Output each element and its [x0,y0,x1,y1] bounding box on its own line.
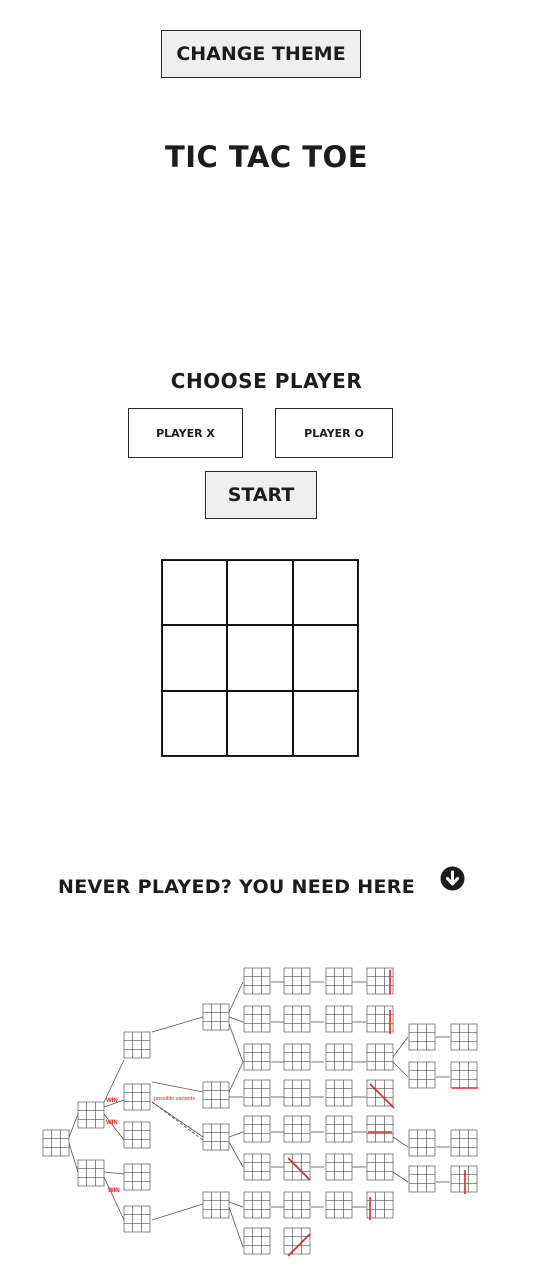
tree-mini-board [408,1129,436,1157]
player-o-button[interactable]: PLAYER O [275,408,393,458]
tree-mini-board [450,1165,478,1193]
game-board [161,559,359,757]
board-cell[interactable] [227,560,293,626]
board-cell[interactable] [292,560,358,626]
tree-mini-board [325,967,353,995]
tree-label-win: WIN [106,1098,118,1104]
tree-mini-board [77,1159,105,1187]
tree-mini-board [283,1043,311,1071]
player-x-button[interactable]: PLAYER X [128,408,243,458]
tree-mini-board [283,1079,311,1107]
start-button[interactable]: START [205,471,317,519]
tree-mini-board [366,1153,394,1181]
tree-mini-board [283,1191,311,1219]
tree-mini-board [42,1129,70,1157]
game-tree-diagram: WIN WIN WIN possible variants [38,962,483,1266]
tree-mini-board [283,1115,311,1143]
tree-mini-board [123,1121,151,1149]
tree-mini-board [325,1005,353,1033]
tree-mini-board [408,1023,436,1051]
tree-mini-board [450,1129,478,1157]
tree-mini-board [366,1043,394,1071]
board-cell[interactable] [292,690,358,756]
tree-mini-board [366,967,394,995]
tree-mini-board [325,1079,353,1107]
tree-mini-board [408,1061,436,1089]
tree-mini-board [243,1115,271,1143]
tree-mini-board [123,1163,151,1191]
tree-mini-board [123,1205,151,1233]
tree-label-possible-variants: possible variants [154,1096,195,1102]
tree-mini-board [202,1081,230,1109]
tree-mini-board [77,1101,105,1129]
tree-mini-board [325,1153,353,1181]
change-theme-button[interactable]: CHANGE THEME [161,30,361,78]
tree-mini-board [202,1191,230,1219]
tree-label-win: WIN [106,1120,118,1126]
board-cell[interactable] [162,690,228,756]
tree-mini-board [283,967,311,995]
tree-mini-board [408,1165,436,1193]
tree-mini-board [243,967,271,995]
tree-mini-board [283,1227,311,1255]
tree-mini-board [243,1227,271,1255]
tree-mini-board [325,1043,353,1071]
tree-mini-board [202,1003,230,1031]
tree-mini-board [202,1123,230,1151]
tree-mini-board [325,1191,353,1219]
board-cell[interactable] [162,625,228,691]
tree-mini-board [243,1191,271,1219]
game-title: TIC TAC TOE [164,140,369,174]
tree-label-win: WIN [108,1188,120,1194]
board-cell[interactable] [162,560,228,626]
tree-mini-board [243,1043,271,1071]
tree-mini-board [243,1153,271,1181]
tree-mini-board [450,1023,478,1051]
tree-boards [42,967,478,1255]
help-heading: NEVER PLAYED? YOU NEED HERE [58,876,415,898]
tree-mini-board [366,1191,394,1219]
tree-mini-board [243,1079,271,1107]
choose-player-heading: CHOOSE PLAYER [170,369,363,393]
tree-mini-board [325,1115,353,1143]
tree-mini-board [283,1005,311,1033]
tree-mini-board [123,1083,151,1111]
tree-mini-board [450,1061,478,1089]
tree-mini-board [123,1031,151,1059]
tree-mini-board [243,1005,271,1033]
board-cell[interactable] [292,625,358,691]
board-cell[interactable] [227,690,293,756]
arrow-down-circle-icon[interactable] [440,866,465,891]
tree-mini-board [366,1115,394,1143]
board-cell[interactable] [227,625,293,691]
tree-mini-board [366,1005,394,1033]
